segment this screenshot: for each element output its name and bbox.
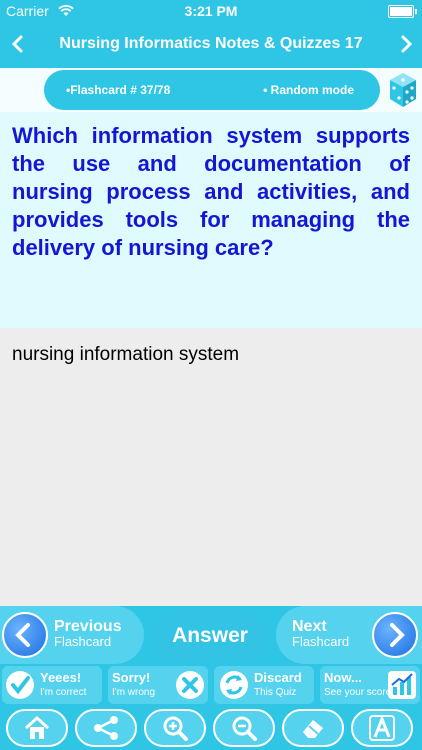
previous-sublabel: Flashcard (54, 634, 112, 649)
status-bar: Carrier 3:21 PM (0, 0, 422, 22)
next-arrow-icon (372, 612, 418, 658)
now-label: Now... (324, 670, 362, 685)
font-button[interactable] (351, 709, 413, 747)
discard-sublabel: This Quiz (254, 687, 297, 698)
nav-bar: Nursing Informatics Notes & Quizzes 17 (0, 22, 422, 68)
answer-panel: nursing information system (0, 328, 422, 606)
random-mode-label: • Random mode (263, 83, 354, 97)
see-score-button[interactable]: Now... See your score (320, 666, 420, 704)
clear-button[interactable] (282, 709, 344, 747)
bottom-toolbar (0, 706, 422, 750)
score-controls: Yeees! I'm correct Sorry! I'm wrong Disc… (0, 664, 422, 706)
yes-label: Yeees! (40, 670, 82, 685)
now-sublabel: See your score (324, 687, 392, 698)
zoom-in-icon (163, 716, 188, 741)
zoom-out-button[interactable] (213, 709, 275, 747)
zoom-out-icon (232, 716, 257, 741)
yes-correct-button[interactable]: Yeees! I'm correct (2, 666, 102, 704)
discard-quiz-button[interactable]: Discard This Quiz (214, 666, 314, 704)
share-icon (94, 716, 118, 740)
share-button[interactable] (75, 709, 137, 747)
question-text: Which information system supports the us… (12, 123, 410, 260)
battery-icon (388, 5, 414, 18)
flashcard-strip: •Flashcard # 37/78 • Random mode (0, 68, 422, 112)
flashcard-counter: •Flashcard # 37/78 (66, 83, 171, 97)
next-flashcard-button[interactable]: Next Flashcard (276, 606, 422, 664)
dice-icon[interactable] (388, 71, 418, 109)
answer-button[interactable]: Answer (152, 610, 268, 662)
nav-title: Nursing Informatics Notes & Quizzes 17 (59, 35, 363, 52)
chart-icon (388, 671, 416, 699)
sorry-label: Sorry! (112, 670, 151, 685)
flashcard-info-pill: •Flashcard # 37/78 • Random mode (44, 70, 380, 110)
eraser-icon (303, 720, 323, 738)
battery-tip (415, 9, 417, 14)
previous-arrow-icon (2, 612, 48, 658)
discard-label: Discard (254, 670, 302, 685)
recycle-icon (220, 671, 248, 699)
answer-text: nursing information system (12, 344, 240, 365)
sorry-sublabel: I'm wrong (112, 687, 156, 698)
zoom-in-button[interactable] (144, 709, 206, 747)
back-arrow-icon[interactable] (6, 32, 30, 56)
clock: 3:21 PM (184, 3, 238, 19)
home-button[interactable] (6, 709, 68, 747)
checkmark-icon (6, 671, 34, 699)
cross-icon (176, 671, 204, 699)
question-panel: Which information system supports the us… (0, 112, 422, 328)
sorry-wrong-button[interactable]: Sorry! I'm wrong (108, 666, 208, 704)
flashcard-controls: Previous Flashcard Answer Next Flashcard (0, 606, 422, 664)
yes-sublabel: I'm correct (40, 687, 87, 698)
forward-arrow-icon[interactable] (394, 32, 418, 56)
home-icon (24, 715, 50, 739)
font-icon (369, 714, 395, 741)
previous-flashcard-button[interactable]: Previous Flashcard (0, 606, 144, 664)
next-sublabel: Flashcard (292, 634, 350, 649)
